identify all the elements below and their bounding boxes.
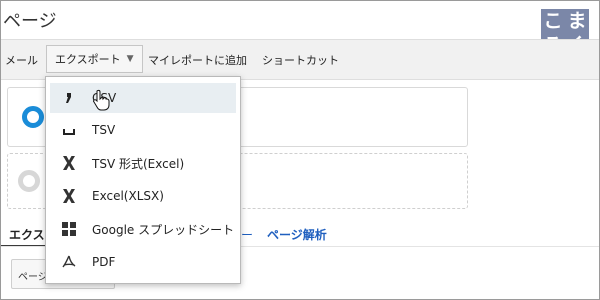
menu-item-tsv-excel[interactable]: TSV 形式(Excel) bbox=[50, 148, 236, 178]
tab-explorer[interactable]: エクス bbox=[9, 226, 45, 243]
report-toolbar: メール エクスポート ▼ マイレポートに追加 ショートカット bbox=[1, 39, 599, 80]
menu-item-label: Google スプレッドシート bbox=[92, 222, 235, 237]
menu-item-csv[interactable]: CSV bbox=[50, 83, 236, 113]
menu-item-label: Excel(XLSX) bbox=[92, 189, 164, 203]
menu-item-label: TSV 形式(Excel) bbox=[92, 156, 185, 171]
excel-icon bbox=[60, 188, 78, 204]
menu-item-tsv[interactable]: TSV bbox=[50, 115, 236, 145]
add-to-my-reports-button[interactable]: マイレポートに追加 bbox=[148, 52, 247, 68]
app-window: ページ こ ま ろ く メール エクスポート ▼ マイレポートに追加 ショートカ… bbox=[0, 0, 600, 300]
chevron-down-icon: ▼ bbox=[126, 54, 134, 64]
export-button-label: エクスポート bbox=[55, 53, 121, 66]
tab-partial[interactable]: ー bbox=[241, 226, 253, 243]
email-button[interactable]: メール bbox=[5, 52, 38, 68]
menu-item-label: PDF bbox=[92, 255, 116, 269]
menu-item-excel-xlsx[interactable]: Excel(XLSX) bbox=[50, 181, 236, 211]
logo-char: ま bbox=[565, 9, 589, 33]
menu-item-google-sheets[interactable]: Google スプレッドシート bbox=[50, 214, 236, 244]
loading-ring-icon bbox=[22, 106, 44, 128]
logo-char: こ bbox=[541, 9, 565, 33]
page-title: ページ bbox=[3, 11, 57, 32]
export-dropdown-menu: CSV TSV TSV 形式(Excel) Excel(XLSX) bbox=[45, 76, 241, 284]
loading-ring-icon bbox=[18, 170, 40, 192]
sheets-icon bbox=[60, 222, 78, 236]
menu-item-pdf[interactable]: PDF bbox=[50, 247, 236, 277]
menu-item-label: TSV bbox=[92, 123, 116, 137]
hand-cursor-icon bbox=[93, 89, 110, 111]
tab-icon bbox=[60, 124, 78, 136]
shortcut-button[interactable]: ショートカット bbox=[262, 52, 339, 68]
export-button[interactable]: エクスポート ▼ bbox=[46, 45, 143, 73]
comma-icon bbox=[60, 91, 78, 105]
tab-page-analytics[interactable]: ページ解析 bbox=[267, 226, 327, 243]
excel-icon bbox=[60, 155, 78, 171]
pdf-icon bbox=[60, 255, 78, 269]
